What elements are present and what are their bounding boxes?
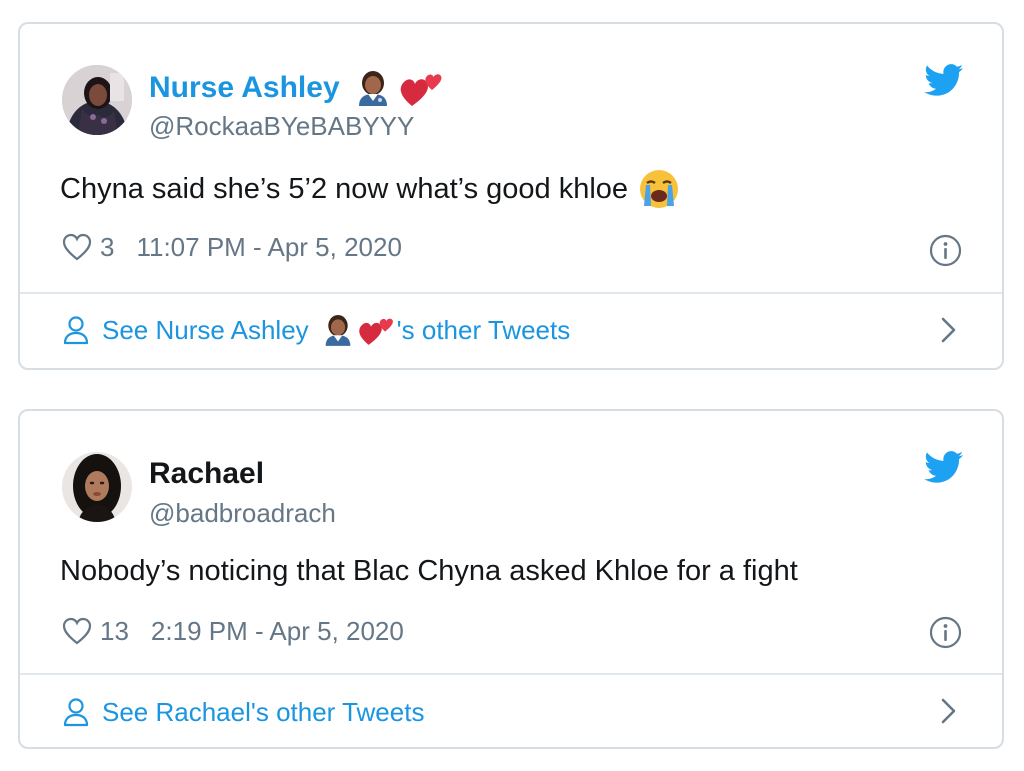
divider <box>20 292 1002 294</box>
tweet-text-content: Chyna said she’s 5’2 now what’s good khl… <box>60 173 629 205</box>
footer-text[interactable]: See Rachael's other Tweets <box>102 694 424 730</box>
heart-icon[interactable] <box>62 233 92 261</box>
author-handle[interactable]: @badbroadrach <box>149 496 336 530</box>
divider <box>20 673 1002 675</box>
tweet-timestamp[interactable]: 11:07 PM - Apr 5, 2020 <box>136 230 401 264</box>
health-worker-emoji <box>325 315 351 346</box>
chevron-right-icon[interactable] <box>940 697 958 725</box>
twitter-bird-icon[interactable] <box>924 451 964 484</box>
loudly-crying-face-emoji <box>640 170 679 208</box>
twitter-bird-icon[interactable] <box>924 64 964 97</box>
see-other-tweets-link[interactable]: See Nurse Ashley 's other Tweets <box>62 312 570 348</box>
chevron-right-icon[interactable] <box>940 316 958 344</box>
tweet-meta: 13 2:19 PM - Apr 5, 2020 <box>62 614 404 648</box>
tweet-card: Nurse Ashley @RockaaBYeBABYYY Chyna said… <box>18 22 1004 370</box>
two-hearts-emoji <box>400 74 442 106</box>
author-name-text[interactable]: Rachael <box>149 455 264 493</box>
footer-emojis <box>323 313 395 347</box>
heart-icon[interactable] <box>62 617 92 645</box>
author-handle[interactable]: @RockaaBYeBABYYY <box>149 109 414 143</box>
see-other-tweets-link[interactable]: See Rachael's other Tweets <box>62 694 424 730</box>
author-name-text[interactable]: Nurse Ashley <box>149 69 340 107</box>
tweet-text: Chyna said she’s 5’2 now what’s good khl… <box>60 168 680 210</box>
tweet-text-content: Nobody’s noticing that Blac Chyna asked … <box>60 555 798 587</box>
author-name[interactable]: Rachael <box>149 455 264 493</box>
author-name[interactable]: Nurse Ashley <box>149 68 444 108</box>
avatar[interactable] <box>62 65 132 135</box>
author-emojis <box>356 68 444 108</box>
person-icon <box>63 316 89 345</box>
footer-prefix[interactable]: See Nurse Ashley <box>102 312 309 348</box>
footer-suffix[interactable]: 's other Tweets <box>397 312 571 348</box>
tweet-meta: 3 11:07 PM - Apr 5, 2020 <box>62 230 402 264</box>
avatar[interactable] <box>62 452 132 522</box>
person-icon <box>63 698 89 727</box>
info-icon[interactable] <box>929 616 962 649</box>
two-hearts-emoji <box>358 318 393 345</box>
info-icon[interactable] <box>929 234 962 267</box>
tweet-card: Rachael @badbroadrach Nobody’s noticing … <box>18 409 1004 749</box>
health-worker-emoji <box>358 71 387 106</box>
like-count[interactable]: 3 <box>100 230 114 264</box>
tweet-text: Nobody’s noticing that Blac Chyna asked … <box>60 551 798 591</box>
tweet-timestamp[interactable]: 2:19 PM - Apr 5, 2020 <box>151 614 404 648</box>
like-count[interactable]: 13 <box>100 614 129 648</box>
